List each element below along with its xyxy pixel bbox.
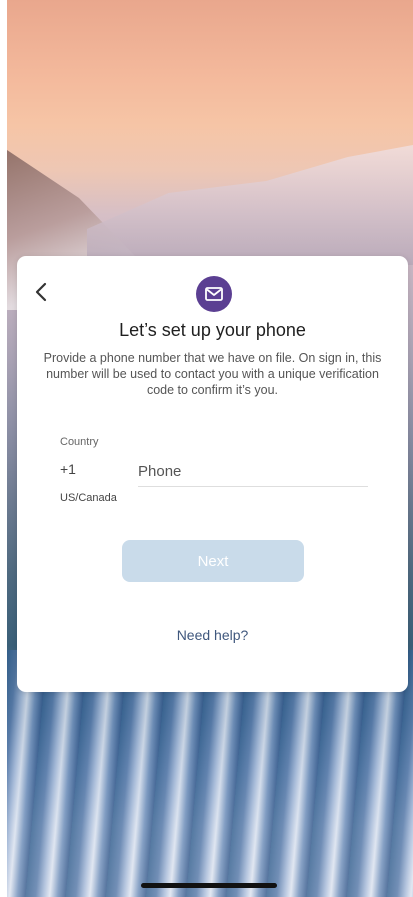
envelope-icon (205, 287, 223, 301)
need-help-link[interactable]: Need help? (17, 627, 408, 643)
phone-input[interactable] (138, 456, 368, 487)
next-button[interactable]: Next (122, 540, 304, 582)
back-button[interactable] (31, 280, 53, 304)
country-label: Country (60, 436, 99, 448)
setup-phone-card: Let’s set up your phone Provide a phone … (17, 256, 408, 692)
page-description: Provide a phone number that we have on f… (43, 351, 382, 397)
page-title: Let’s set up your phone (119, 320, 306, 340)
country-name: US/Canada (60, 492, 117, 504)
mountain-right (87, 145, 413, 265)
envelope-logo (196, 276, 232, 312)
chevron-left-icon (35, 282, 47, 302)
country-code-selector[interactable]: +1 (60, 461, 76, 477)
home-indicator (141, 883, 277, 888)
